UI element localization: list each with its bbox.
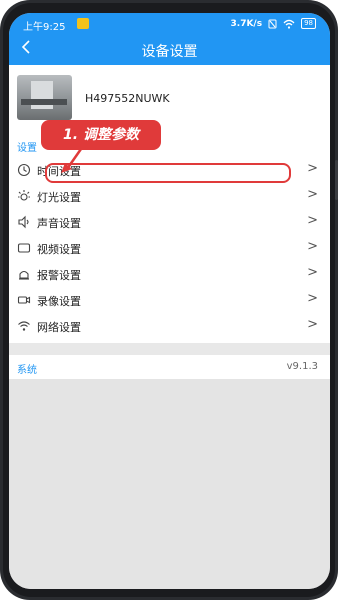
camera-icon — [17, 296, 31, 304]
chevron-right-icon: > — [307, 213, 318, 228]
alarm-icon — [19, 270, 29, 280]
settings-item-label: 录像设置 — [37, 295, 81, 308]
video-icon — [17, 243, 31, 253]
chevron-right-icon: > — [307, 265, 318, 280]
system-row[interactable]: 系统 v9.1.3 — [9, 355, 330, 379]
chevron-right-icon: > — [307, 239, 318, 254]
speaker-icon — [18, 215, 29, 229]
screen: 上午9:25 3.7K/s 98 设备设置 H497552NUWK 设置 时间设… — [9, 13, 330, 589]
settings-item-recording[interactable]: 录像设置 > — [9, 287, 330, 313]
settings-item-label: 声音设置 — [37, 217, 81, 230]
empty-area — [9, 379, 330, 589]
annotation-arrow — [61, 148, 83, 173]
settings-item-label: 报警设置 — [37, 269, 81, 282]
wifi-icon — [18, 321, 30, 331]
settings-item-video[interactable]: 视频设置 > — [9, 235, 330, 261]
chevron-right-icon: > — [307, 317, 318, 332]
phone-frame: 上午9:25 3.7K/s 98 设备设置 H497552NUWK 设置 时间设… — [0, 0, 338, 600]
settings-item-label: 网络设置 — [37, 321, 81, 334]
settings-item-alarm[interactable]: 报警设置 > — [9, 261, 330, 287]
version-label: v9.1.3 — [286, 361, 318, 372]
chevron-right-icon: > — [307, 291, 318, 306]
settings-item-label: 视频设置 — [37, 243, 81, 256]
system-label: 系统 — [17, 365, 37, 376]
settings-item-network[interactable]: 网络设置 > — [9, 313, 330, 339]
section-divider — [9, 343, 330, 355]
